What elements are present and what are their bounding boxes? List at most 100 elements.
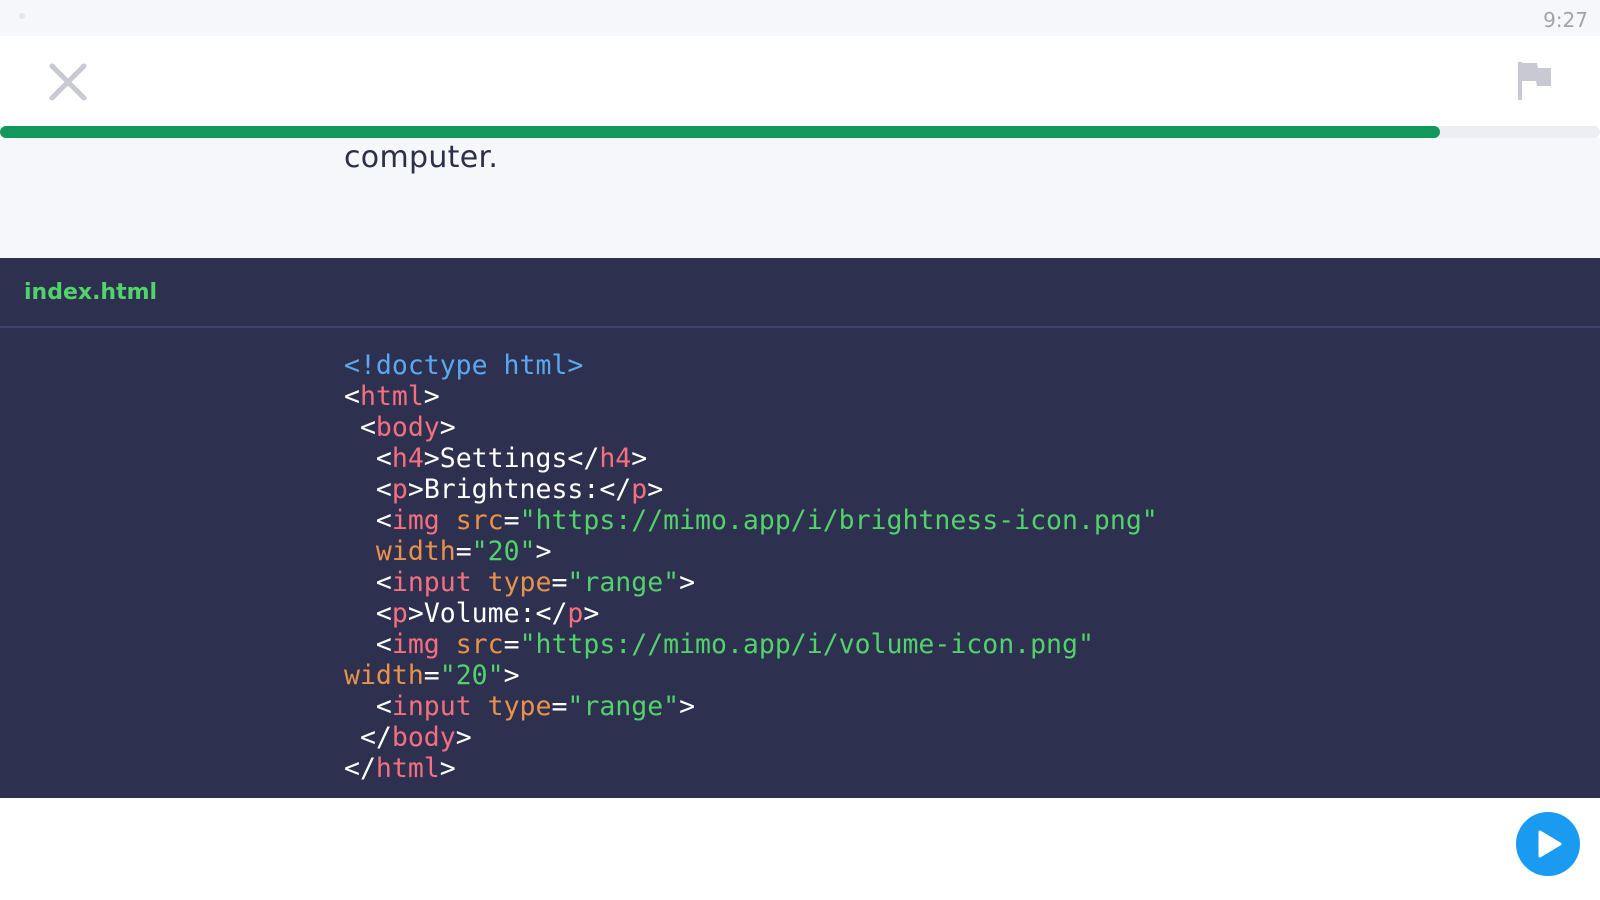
code-token-punc: = bbox=[423, 660, 440, 691]
code-token-attr: width bbox=[375, 536, 456, 567]
code-token-str: "https://mimo.app/i/brightness-icon.png" bbox=[519, 505, 1158, 536]
code-token-attr: width bbox=[344, 660, 424, 691]
code-token-tag: p bbox=[391, 598, 408, 629]
code-token-attr: src bbox=[455, 629, 504, 660]
code-token-text: Volume: bbox=[423, 598, 536, 629]
code-token-tag: html bbox=[359, 381, 424, 412]
report-flag-button[interactable] bbox=[1515, 60, 1555, 104]
code-token-punc: = bbox=[455, 536, 472, 567]
play-icon bbox=[1538, 830, 1562, 858]
code-token-punc: > bbox=[583, 598, 600, 629]
code-token-punc: = bbox=[551, 691, 568, 722]
code-editor: index.html <!doctype html> <html> <body> … bbox=[0, 258, 1600, 798]
code-token-tag: body bbox=[391, 722, 456, 753]
code-token-punc: > bbox=[407, 598, 424, 629]
code-token-tag: img bbox=[391, 505, 440, 536]
code-line: <input type="range"> bbox=[344, 567, 1158, 598]
flag-icon bbox=[1518, 62, 1551, 100]
code-token-str: "https://mimo.app/i/volume-icon.png" bbox=[519, 629, 1094, 660]
bottom-bar bbox=[0, 798, 1600, 900]
status-time: 9:27 bbox=[1543, 8, 1588, 32]
code-token-punc bbox=[472, 567, 488, 598]
close-button[interactable] bbox=[44, 58, 92, 106]
code-token-punc bbox=[440, 505, 456, 536]
code-token-text: Brightness: bbox=[423, 474, 600, 505]
close-icon bbox=[49, 63, 87, 101]
code-token-punc: </ bbox=[535, 598, 568, 629]
code-token-tag: p bbox=[631, 474, 648, 505]
code-token-attr: src bbox=[455, 505, 504, 536]
code-token-punc: < bbox=[344, 629, 392, 660]
code-token-tag: body bbox=[375, 412, 440, 443]
code-token-punc: </ bbox=[599, 474, 632, 505]
code-token-punc: < bbox=[344, 381, 360, 412]
code-token-punc: > bbox=[439, 753, 456, 784]
code-block[interactable]: <!doctype html> <html> <body> <h4>Setting… bbox=[344, 350, 1158, 784]
code-line: <input type="range"> bbox=[344, 691, 1158, 722]
code-token-str: "20" bbox=[471, 536, 536, 567]
code-token-punc: > bbox=[455, 722, 472, 753]
code-token-tag: p bbox=[567, 598, 584, 629]
lesson-progress-bar bbox=[0, 126, 1600, 138]
lesson-header bbox=[0, 36, 1600, 126]
code-token-punc: </ bbox=[344, 753, 376, 784]
code-line: <p>Volume:</p> bbox=[344, 598, 1158, 629]
run-button[interactable] bbox=[1516, 812, 1580, 876]
code-token-punc: = bbox=[551, 567, 568, 598]
code-token-punc: > bbox=[503, 660, 520, 691]
code-token-punc: > bbox=[679, 567, 696, 598]
code-token-punc: < bbox=[344, 598, 392, 629]
code-token-tag: input bbox=[391, 691, 472, 722]
code-line: <body> bbox=[344, 412, 1158, 443]
code-token-punc: > bbox=[423, 443, 440, 474]
code-token-punc: > bbox=[439, 412, 456, 443]
instruction-area: computer. bbox=[0, 138, 1600, 258]
file-tab-index-html[interactable]: index.html bbox=[24, 280, 157, 305]
code-token-tag: input bbox=[391, 567, 472, 598]
code-token-tag: p bbox=[391, 474, 408, 505]
code-token-punc: > bbox=[647, 474, 664, 505]
code-token-punc: < bbox=[344, 691, 392, 722]
code-token-punc: </ bbox=[567, 443, 600, 474]
code-token-punc: > bbox=[407, 474, 424, 505]
code-token-attr: type bbox=[487, 567, 552, 598]
code-token-str: "range" bbox=[567, 691, 680, 722]
code-token-punc: = bbox=[503, 629, 520, 660]
code-token-text: Settings bbox=[439, 443, 568, 474]
code-token-punc: < bbox=[344, 474, 392, 505]
code-token-tag: h4 bbox=[391, 443, 424, 474]
code-line: </html> bbox=[344, 753, 1158, 784]
code-token-punc: > bbox=[423, 381, 440, 412]
code-token-str: "range" bbox=[567, 567, 680, 598]
code-line: width="20"> bbox=[344, 660, 1158, 691]
code-line: <p>Brightness:</p> bbox=[344, 474, 1158, 505]
code-token-attr: type bbox=[487, 691, 552, 722]
code-token-punc: > bbox=[679, 691, 696, 722]
code-token-punc: = bbox=[503, 505, 520, 536]
code-token-punc bbox=[472, 691, 488, 722]
code-token-punc: > bbox=[631, 443, 648, 474]
code-line: <!doctype html> bbox=[344, 350, 1158, 381]
code-token-tag: html bbox=[375, 753, 440, 784]
code-line: <img src="https://mimo.app/i/brightness-… bbox=[344, 505, 1158, 536]
code-line: width="20"> bbox=[344, 536, 1158, 567]
code-line: </body> bbox=[344, 722, 1158, 753]
code-token-punc bbox=[344, 536, 376, 567]
code-token-tag: img bbox=[391, 629, 440, 660]
code-token-punc: < bbox=[344, 505, 392, 536]
code-token-punc: < bbox=[344, 412, 376, 443]
notification-dot-icon bbox=[19, 13, 25, 19]
status-bar: 9:27 bbox=[0, 0, 1600, 36]
code-token-punc: </ bbox=[344, 722, 392, 753]
code-token-str: "20" bbox=[439, 660, 504, 691]
code-token-punc: > bbox=[535, 536, 552, 567]
code-line: <h4>Settings</h4> bbox=[344, 443, 1158, 474]
code-token-punc: < bbox=[344, 567, 392, 598]
code-token-punc: < bbox=[344, 443, 392, 474]
code-token-punc bbox=[440, 629, 456, 660]
instruction-text: computer. bbox=[344, 140, 499, 175]
code-line: <html> bbox=[344, 381, 1158, 412]
code-token-tag: h4 bbox=[599, 443, 632, 474]
progress-fill bbox=[0, 126, 1440, 138]
file-tab-bar: index.html bbox=[0, 258, 1600, 328]
